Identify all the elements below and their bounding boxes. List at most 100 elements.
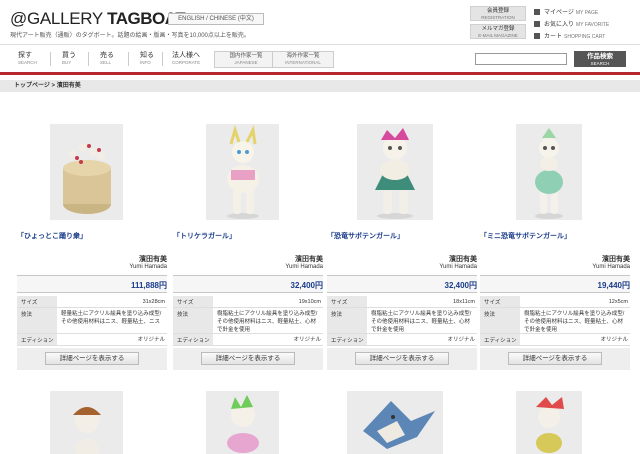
spec-technique-label: 技法 [480, 308, 520, 333]
search-button-label: 作品検索 [587, 53, 613, 60]
nav-separator [50, 52, 51, 66]
spec-technique-row: 技法 樹脂粘土にアクリル絵具を塗り込み成型/その他使用材料はニス、軽量粘土、心材… [327, 308, 477, 334]
price: 32,400円 [444, 281, 477, 290]
spec-size-row: サイズ 18x11cm [327, 296, 477, 308]
spec-technique-label: 技法 [173, 308, 213, 333]
artwork-title[interactable]: 「恐竜サボテンガール」 [327, 231, 404, 241]
artwork-thumbnail[interactable] [17, 124, 167, 220]
magazine-label: メルマガ登録 [481, 26, 515, 32]
view-detail-button[interactable]: 詳細ページを表示する [45, 352, 139, 365]
spec-technique-value: 樹脂粘土にアクリル絵具を塗り込み成型/その他使用材料はニス、軽量粘土、心材で針金… [217, 311, 318, 333]
spec-size-label: サイズ [327, 296, 367, 307]
nav-separator [128, 52, 129, 66]
spec-technique-value: 軽量粘土にアクリル絵具を塗り込み成型/その他使用材料はニス、軽量粘土、ニス [61, 311, 162, 325]
price: 19,440円 [597, 281, 630, 290]
artist-name: 濱田有美 [602, 256, 630, 263]
spec-size-label: サイズ [17, 296, 57, 307]
magazine-sub: E-MAIL MAGAZINE [478, 33, 518, 38]
spec-technique-row: 技法 樹脂粘土にアクリル絵具を塗り込み成型/その他使用材料はニス、軽量粘土、心材… [480, 308, 630, 334]
spec-edition-row: エディション オリジナル [173, 334, 323, 346]
nav-sell[interactable]: 売る SELL [100, 51, 130, 66]
spec-size-value: 12x5cm [608, 299, 628, 305]
accent-bar [0, 72, 640, 75]
mypage-link[interactable]: マイページ MY PAGE [534, 7, 598, 16]
cart-sub: SHOPPING CART [564, 34, 606, 40]
nav-sell-sub: SELL [100, 60, 112, 65]
nav-japanese-sub: JAPANESE [234, 60, 258, 65]
spec-edition-value: オリジナル [600, 337, 628, 343]
view-detail-button[interactable]: 詳細ページを表示する [355, 352, 449, 365]
nav-international-artists[interactable]: 海外作家一覧 INTERNATIONAL [272, 51, 334, 68]
nav-japanese-artists[interactable]: 国内作家一覧 JAPANESE [214, 51, 278, 68]
language-switch[interactable]: ENGLISH / CHINESE (中文) [168, 13, 264, 25]
spec-size-value: 18x11cm [453, 299, 475, 305]
site-logo[interactable]: @GALLERY TAGBOAT [10, 9, 186, 29]
view-detail-button[interactable]: 詳細ページを表示する [201, 352, 295, 365]
spec-size-row: サイズ 12x5cm [480, 296, 630, 308]
spec-size-label: サイズ [173, 296, 213, 307]
spec-edition-label: エディション [327, 334, 367, 345]
favorite-icon [534, 21, 540, 27]
cart-label: カート [544, 34, 563, 40]
nav-sell-label: 売る [100, 52, 114, 59]
spec-edition-row: エディション オリジナル [327, 334, 477, 346]
artwork-title[interactable]: 「ミニ恐竜サボテンガール」 [480, 231, 571, 241]
spec-size-value: 31x28cm [142, 299, 165, 305]
registration-button[interactable]: 会員登録 REGISTRATION [470, 6, 526, 21]
spec-edition-label: エディション [173, 334, 213, 345]
search-button-sub: SEARCH [590, 61, 610, 66]
artwork-thumbnail[interactable] [17, 391, 167, 454]
artist-name-en: Yumi Hamada [439, 264, 477, 270]
nav-corporate[interactable]: 法人様へ CORPORATE [172, 51, 208, 66]
nav-info[interactable]: 知る INFO [140, 51, 170, 66]
price-box: 19,440円 [480, 275, 630, 293]
spec-edition-label: エディション [17, 334, 57, 345]
nav-separator [162, 52, 163, 66]
price-box: 32,400円 [173, 275, 323, 293]
spec-size-label: サイズ [480, 296, 520, 307]
registration-label: 会員登録 [486, 8, 509, 14]
nav-info-sub: INFO [140, 60, 151, 65]
spec-edition-label: エディション [480, 334, 520, 345]
spec-size-value: 19x10cm [298, 299, 321, 305]
favorite-link[interactable]: お気に入り MY FAVORITE [534, 19, 609, 28]
artwork-thumbnail[interactable] [327, 124, 477, 220]
artwork-title[interactable]: 「ひょっとこ踊り衆」 [17, 231, 87, 241]
artwork-thumbnail[interactable] [480, 124, 630, 220]
artist-name-en: Yumi Hamada [129, 264, 167, 270]
artwork-thumbnail[interactable] [480, 391, 630, 454]
nav-search-label: 探す [18, 52, 32, 59]
mypage-icon [534, 9, 540, 15]
spec-edition-value: オリジナル [293, 337, 321, 343]
nav-divider [0, 44, 640, 45]
search-input[interactable] [475, 53, 567, 65]
favorite-sub: MY FAVORITE [576, 22, 610, 28]
artwork-thumbnail[interactable] [327, 391, 477, 454]
artwork-thumbnail[interactable] [173, 391, 323, 454]
nav-search[interactable]: 探す SEARCH [18, 51, 48, 66]
spec-technique-row: 技法 樹脂粘土にアクリル絵具を塗り込み成型/その他使用材料はニス、軽量粘土、心材… [173, 308, 323, 334]
artist-name: 濱田有美 [139, 256, 167, 263]
cart-link[interactable]: カート SHOPPING CART [534, 31, 605, 40]
breadcrumb[interactable]: トップページ > 濱田有美 [0, 80, 640, 92]
mypage-sub: MY PAGE [575, 10, 599, 16]
magazine-button[interactable]: メルマガ登録 E-MAIL MAGAZINE [470, 24, 526, 39]
registration-sub: REGISTRATION [481, 15, 515, 20]
logo-prefix: @GALLERY [10, 9, 108, 28]
nav-info-label: 知る [140, 52, 154, 59]
spec-technique-label: 技法 [327, 308, 367, 333]
artist-name: 濱田有美 [295, 256, 323, 263]
price: 32,400円 [290, 281, 323, 290]
view-detail-button[interactable]: 詳細ページを表示する [508, 352, 602, 365]
nav-international-sub: INTERNATIONAL [285, 60, 321, 65]
spec-edition-row: エディション オリジナル [480, 334, 630, 346]
artwork-thumbnail[interactable] [173, 124, 323, 220]
favorite-label: お気に入り [544, 22, 575, 28]
spec-technique-value: 樹脂粘土にアクリル絵具を塗り込み成型/その他使用材料はニス、軽量粘土、心材で針金… [371, 311, 472, 333]
spec-technique-label: 技法 [17, 308, 57, 333]
spec-technique-row: 技法 軽量粘土にアクリル絵具を塗り込み成型/その他使用材料はニス、軽量粘土、ニス [17, 308, 167, 334]
artwork-title[interactable]: 「トリケラガール」 [173, 231, 236, 241]
spec-edition-value: オリジナル [137, 337, 165, 343]
artist-name-en: Yumi Hamada [285, 264, 323, 270]
search-button[interactable]: 作品検索 SEARCH [574, 51, 626, 67]
